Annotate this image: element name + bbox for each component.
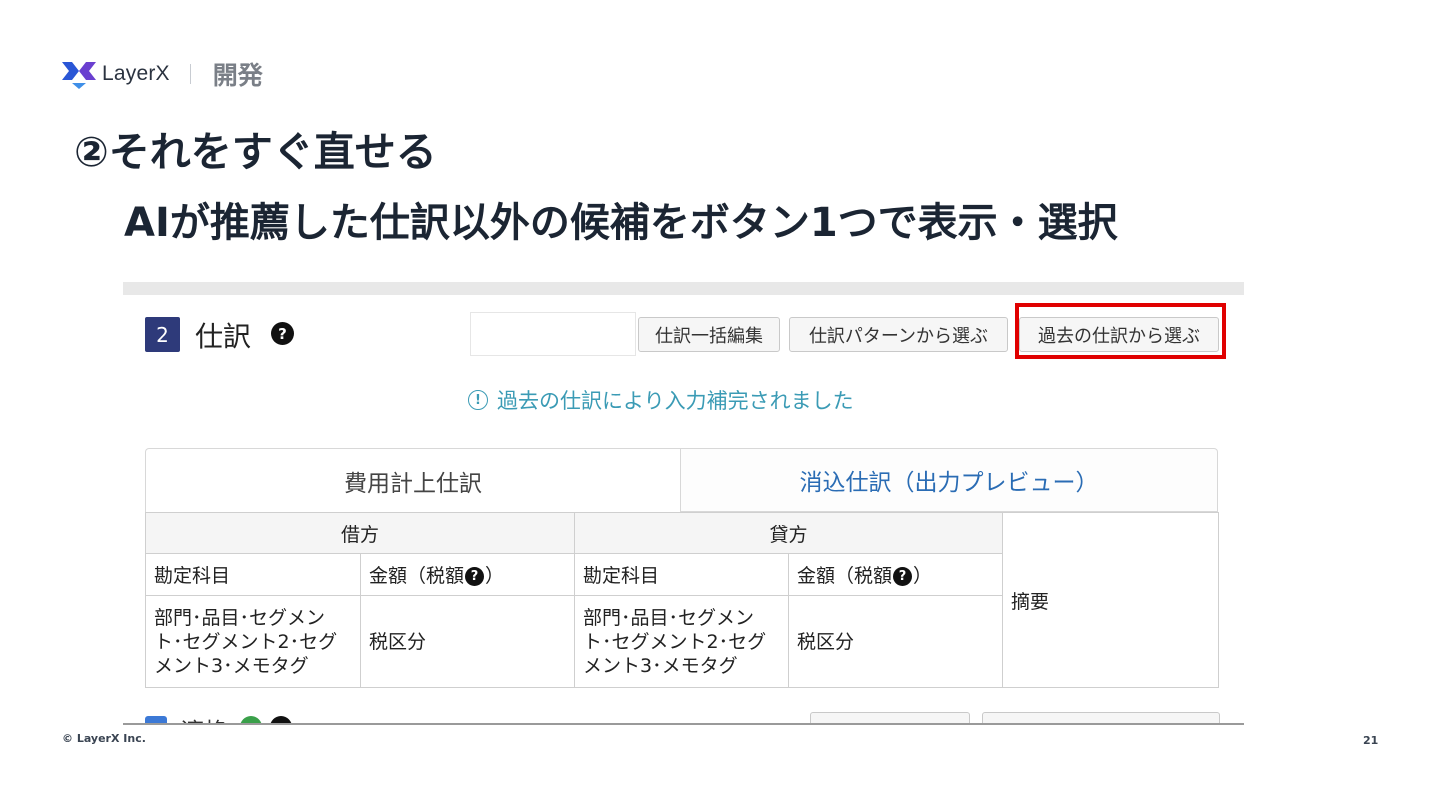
bulk-edit-button[interactable]: 仕訳一括編集 [638, 317, 780, 352]
credit-header: 貸方 [574, 512, 1004, 554]
section-name: 開発 [212, 61, 263, 90]
help-icon[interactable]: ? [465, 567, 485, 586]
slide-title: ②それをすぐ直せる [74, 128, 437, 176]
summary-header: 摘要 [1002, 512, 1220, 688]
credit-tax-category-header: 税区分 [788, 595, 1004, 688]
help-icon[interactable]: ? [893, 567, 913, 586]
slide-subtitle: AIが推薦した仕訳以外の候補をボタン1つで表示・選択 [124, 200, 1118, 246]
debit-dimensions-header: 部門･品目･セグメント･セグメント2･セグメント3･メモタグ [145, 595, 361, 688]
notice-text: 過去の仕訳により入力補完されました [497, 389, 854, 413]
credit-dimensions-header: 部門･品目･セグメント･セグメント2･セグメント3･メモタグ [574, 595, 790, 688]
step-number-badge: 2 [145, 317, 180, 352]
page-number: 21 [1363, 734, 1379, 747]
journal-table: 借方 貸方 摘要 勘定科目 金額（税額?） 勘定科目 金額（税額?） 部門･品目… [144, 512, 1220, 688]
debit-account-header: 勘定科目 [145, 553, 361, 596]
screenshot-top-bar [123, 282, 1244, 295]
tab-expense-journal[interactable]: 費用計上仕訳 [145, 448, 681, 512]
app-screenshot: 2 仕訳 ? 仕訳一括編集 仕訳パターンから選ぶ 過去の仕訳から選ぶ ! 過去の… [123, 282, 1244, 725]
credit-account-header: 勘定科目 [574, 553, 790, 596]
info-icon: ! [468, 390, 488, 410]
choose-from-pattern-button[interactable]: 仕訳パターンから選ぶ [789, 317, 1008, 352]
debit-amount-header: 金額（税額?） [359, 553, 576, 596]
debit-header: 借方 [144, 512, 576, 554]
journal-input[interactable] [470, 312, 636, 356]
brand-divider [189, 64, 191, 84]
section-heading: 仕訳 [195, 320, 252, 353]
debit-tax-category-header: 税区分 [359, 595, 576, 688]
tab-clearing-preview[interactable]: 消込仕訳（出力プレビュー） [681, 448, 1218, 512]
screenshot-bottom-edge [123, 723, 1244, 725]
logo-text: LayerX [102, 62, 170, 85]
layerx-logo-icon [62, 62, 96, 89]
help-icon[interactable]: ? [271, 322, 294, 345]
credit-amount-header: 金額（税額?） [788, 553, 1004, 596]
brand-header: LayerX 開発 [62, 56, 263, 92]
copyright: © LayerX Inc. [62, 732, 146, 745]
highlight-box [1015, 303, 1226, 359]
autofill-notice: ! 過去の仕訳により入力補完されました [468, 385, 854, 415]
